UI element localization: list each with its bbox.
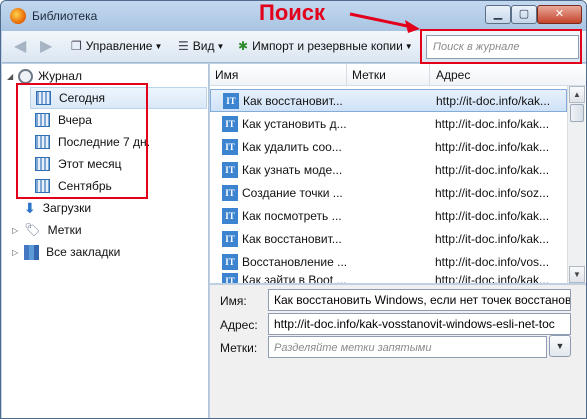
- import-label: Импорт и резервные копии: [252, 39, 403, 53]
- manage-menu-button[interactable]: ❐ Управление ▼: [71, 39, 162, 53]
- row-address: http://it-doc.info/kak...: [435, 162, 550, 177]
- forward-arrow-icon[interactable]: ▶: [40, 39, 52, 55]
- collapse-triangle-icon[interactable]: ◢: [7, 72, 13, 81]
- tags-field: [268, 336, 547, 358]
- tree-item-downloads[interactable]: ⬇ Загрузки: [24, 197, 204, 219]
- view-menu-button[interactable]: ☰ Вид ▼: [178, 39, 224, 53]
- address-value: http://it-doc.info/kak-vosstanovit-windo…: [274, 317, 555, 331]
- site-favicon-icon: IT: [222, 184, 238, 201]
- tags-label: Метки:: [220, 341, 258, 355]
- list-header: Имя Метки Адрес: [210, 64, 586, 86]
- row-name: Как восстановит...: [242, 231, 342, 246]
- site-favicon-icon: IT: [222, 115, 238, 132]
- scroll-up-arrow-icon[interactable]: ▲: [569, 86, 585, 103]
- column-divider[interactable]: [346, 64, 347, 86]
- row-address: http://it-doc.info/kak...: [435, 139, 550, 154]
- name-label: Имя:: [220, 294, 247, 308]
- tree-item-label: Метки: [47, 223, 82, 237]
- row-address: http://it-doc.info/kak...: [436, 93, 551, 108]
- row-address: http://it-doc.info/kak...: [435, 231, 550, 246]
- clock-icon: [18, 68, 34, 84]
- import-backup-menu-button[interactable]: ✱ Импорт и резервные копии ▼: [238, 39, 413, 53]
- tree-item-all-bookmarks[interactable]: ▷ Все закладки: [12, 241, 204, 263]
- table-row[interactable]: IT Как посмотреть ... http://it-doc.info…: [210, 204, 567, 227]
- row-name: Восстановление ...: [242, 254, 348, 269]
- table-row[interactable]: IT Как узнать моде... http://it-doc.info…: [210, 158, 567, 181]
- site-favicon-icon: IT: [222, 161, 238, 178]
- annotation-search-label: Поиск: [259, 0, 326, 25]
- tree-item-label: Все закладки: [46, 245, 121, 259]
- dropdown-arrow-icon: ▼: [216, 41, 225, 51]
- row-address: http://it-doc.info/kak...: [435, 273, 550, 283]
- row-address: http://it-doc.info/vos...: [435, 254, 550, 269]
- back-arrow-icon[interactable]: ◀: [14, 39, 26, 55]
- maximize-button[interactable]: ▢: [511, 5, 537, 24]
- manage-label: Управление: [85, 39, 153, 53]
- details-panel: Имя: Как восстановить Windows, если нет …: [210, 284, 586, 418]
- name-field[interactable]: Как восстановить Windows, если нет точек…: [268, 289, 571, 311]
- download-arrow-icon: ⬇: [24, 199, 36, 216]
- column-header-address[interactable]: Адрес: [436, 68, 470, 82]
- site-favicon-icon: IT: [223, 92, 239, 109]
- star-icon: ✱: [238, 39, 249, 53]
- site-favicon-icon: IT: [222, 253, 238, 270]
- address-field[interactable]: http://it-doc.info/kak-vosstanovit-windo…: [268, 313, 571, 335]
- list-scrollbar[interactable]: ▲ ▼: [567, 86, 585, 283]
- address-label: Адрес:: [220, 318, 258, 332]
- row-name: Как удалить соо...: [242, 139, 342, 154]
- table-row[interactable]: IT Как восстановит... http://it-doc.info…: [210, 227, 567, 250]
- history-list: Имя Метки Адрес IT Как восстановит... ht…: [210, 64, 586, 283]
- site-favicon-icon: IT: [222, 207, 238, 224]
- row-address: http://it-doc.info/kak...: [435, 208, 550, 223]
- site-favicon-icon: IT: [222, 230, 238, 247]
- row-name: Создание точки ...: [242, 185, 343, 200]
- annotation-search-highlight: [420, 29, 582, 64]
- row-name: Как восстановит...: [243, 93, 343, 108]
- tags-input[interactable]: [274, 342, 541, 354]
- table-row[interactable]: IT Как установить д... http://it-doc.inf…: [210, 112, 567, 135]
- name-value: Как восстановить Windows, если нет точек…: [274, 293, 571, 307]
- window-title: Библиотека: [32, 9, 98, 23]
- row-address: http://it-doc.info/kak...: [435, 116, 550, 131]
- close-button[interactable]: ✕: [537, 5, 582, 24]
- row-address: http://it-doc.info/soz...: [435, 185, 550, 200]
- tags-dropdown-button[interactable]: ▼: [549, 335, 571, 357]
- minimize-button[interactable]: ▁: [485, 5, 511, 24]
- expand-triangle-icon[interactable]: ▷: [12, 248, 18, 257]
- dropdown-arrow-icon: ▼: [154, 41, 163, 51]
- table-row[interactable]: IT Как восстановит... http://it-doc.info…: [210, 89, 567, 112]
- tree-item-label: Загрузки: [42, 201, 92, 215]
- site-favicon-icon: IT: [222, 273, 238, 283]
- column-header-name[interactable]: Имя: [215, 68, 238, 82]
- column-divider[interactable]: [429, 64, 430, 86]
- site-favicon-icon: IT: [222, 138, 238, 155]
- tree-item-label: Журнал: [38, 69, 82, 83]
- table-row[interactable]: IT Как зайти в Boot ... http://it-doc.in…: [210, 273, 567, 283]
- firefox-icon: [10, 8, 26, 24]
- view-label: Вид: [192, 39, 215, 53]
- manage-icon: ❐: [71, 39, 82, 53]
- row-name: Как зайти в Boot ...: [242, 273, 347, 283]
- scroll-thumb[interactable]: [570, 104, 584, 122]
- scroll-down-arrow-icon[interactable]: ▼: [569, 266, 585, 283]
- row-name: Как узнать моде...: [242, 162, 343, 177]
- annotation-history-highlight: [16, 83, 148, 199]
- row-name: Как посмотреть ...: [242, 208, 342, 223]
- row-name: Как установить д...: [242, 116, 347, 131]
- dropdown-arrow-icon: ▼: [404, 41, 413, 51]
- table-row[interactable]: IT Создание точки ... http://it-doc.info…: [210, 181, 567, 204]
- tag-icon: 🏷: [24, 222, 41, 237]
- table-row[interactable]: IT Восстановление ... http://it-doc.info…: [210, 250, 567, 273]
- view-list-icon: ☰: [178, 39, 189, 53]
- expand-triangle-icon[interactable]: ▷: [12, 226, 18, 235]
- bookmarks-library-icon: [24, 244, 40, 260]
- column-header-tags[interactable]: Метки: [352, 68, 386, 82]
- table-row[interactable]: IT Как удалить соо... http://it-doc.info…: [210, 135, 567, 158]
- tree-item-tags[interactable]: ▷ 🏷 Метки: [12, 219, 204, 241]
